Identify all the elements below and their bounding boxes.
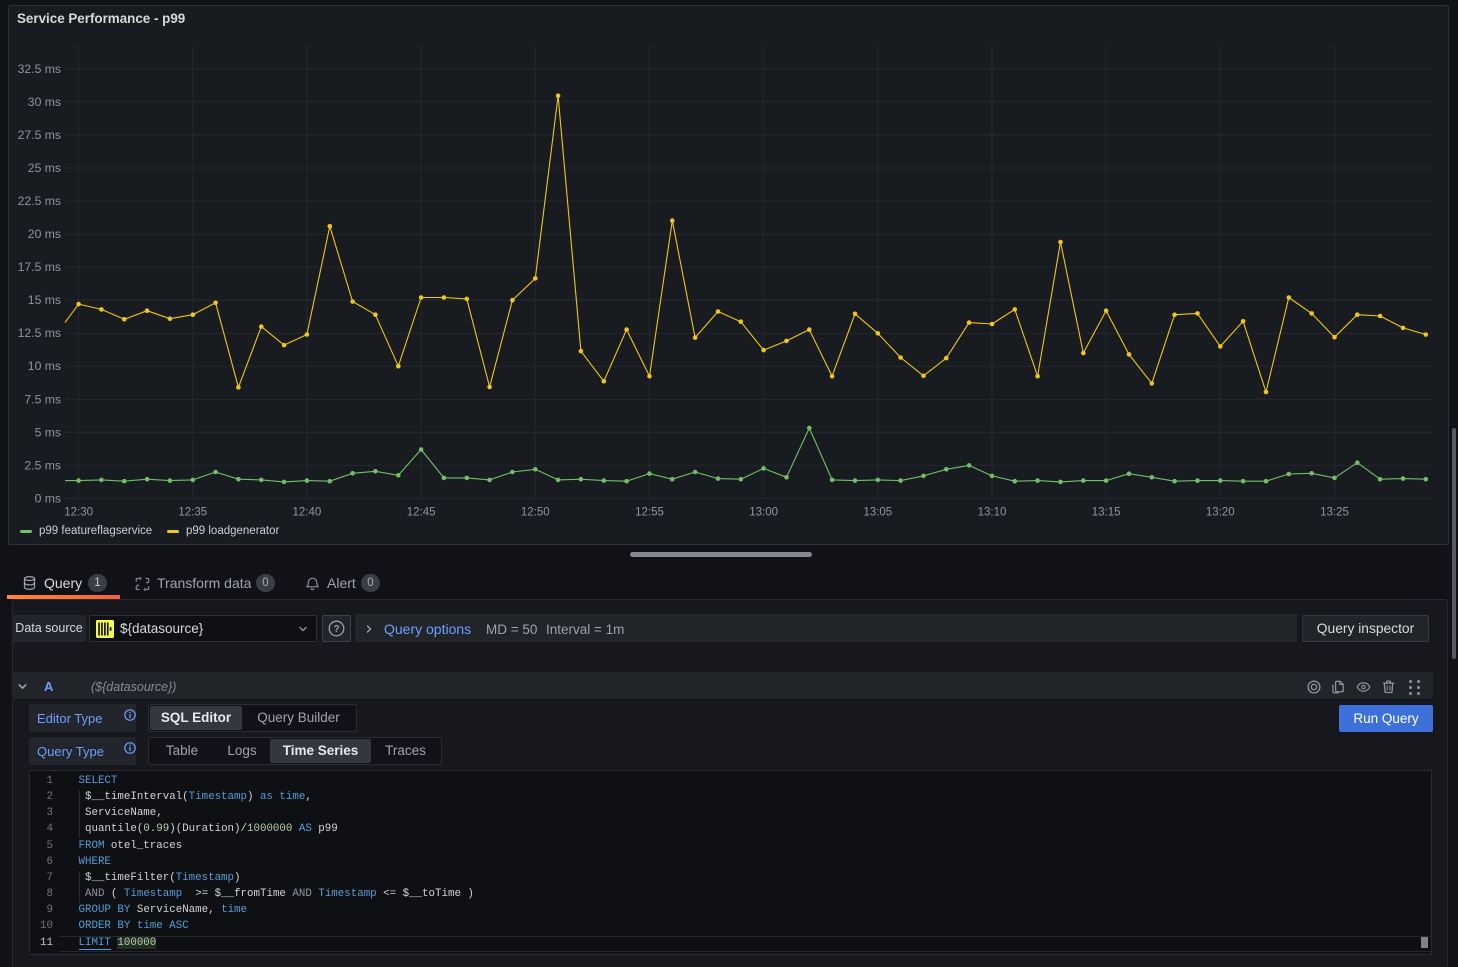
svg-text:7.5 ms: 7.5 ms bbox=[24, 392, 61, 406]
svg-text:12:40: 12:40 bbox=[293, 507, 322, 519]
svg-text:10 ms: 10 ms bbox=[28, 359, 61, 373]
svg-text:5 ms: 5 ms bbox=[35, 425, 61, 439]
svg-text:15 ms: 15 ms bbox=[28, 293, 61, 307]
svg-text:17.5 ms: 17.5 ms bbox=[18, 260, 61, 274]
svg-text:25 ms: 25 ms bbox=[28, 161, 61, 175]
svg-text:12:55: 12:55 bbox=[635, 507, 664, 519]
svg-text:12:50: 12:50 bbox=[521, 507, 550, 519]
svg-text:2.5 ms: 2.5 ms bbox=[24, 458, 61, 472]
svg-text:0 ms: 0 ms bbox=[35, 491, 61, 505]
svg-text:13:05: 13:05 bbox=[863, 507, 892, 519]
svg-text:20 ms: 20 ms bbox=[28, 227, 61, 241]
svg-text:12:45: 12:45 bbox=[407, 507, 436, 519]
svg-text:32.5 ms: 32.5 ms bbox=[18, 62, 61, 76]
svg-text:13:20: 13:20 bbox=[1206, 507, 1235, 519]
svg-text:13:10: 13:10 bbox=[978, 507, 1007, 519]
svg-text:13:00: 13:00 bbox=[749, 507, 778, 519]
svg-text:12:30: 12:30 bbox=[64, 507, 93, 519]
svg-text:13:15: 13:15 bbox=[1092, 507, 1121, 519]
svg-text:12:35: 12:35 bbox=[178, 507, 207, 519]
svg-text:30 ms: 30 ms bbox=[28, 95, 61, 109]
svg-text:13:25: 13:25 bbox=[1320, 507, 1349, 519]
svg-text:12.5 ms: 12.5 ms bbox=[18, 326, 61, 340]
svg-text:22.5 ms: 22.5 ms bbox=[18, 194, 61, 208]
svg-text:?: ? bbox=[333, 624, 339, 635]
svg-text:27.5 ms: 27.5 ms bbox=[18, 128, 61, 142]
